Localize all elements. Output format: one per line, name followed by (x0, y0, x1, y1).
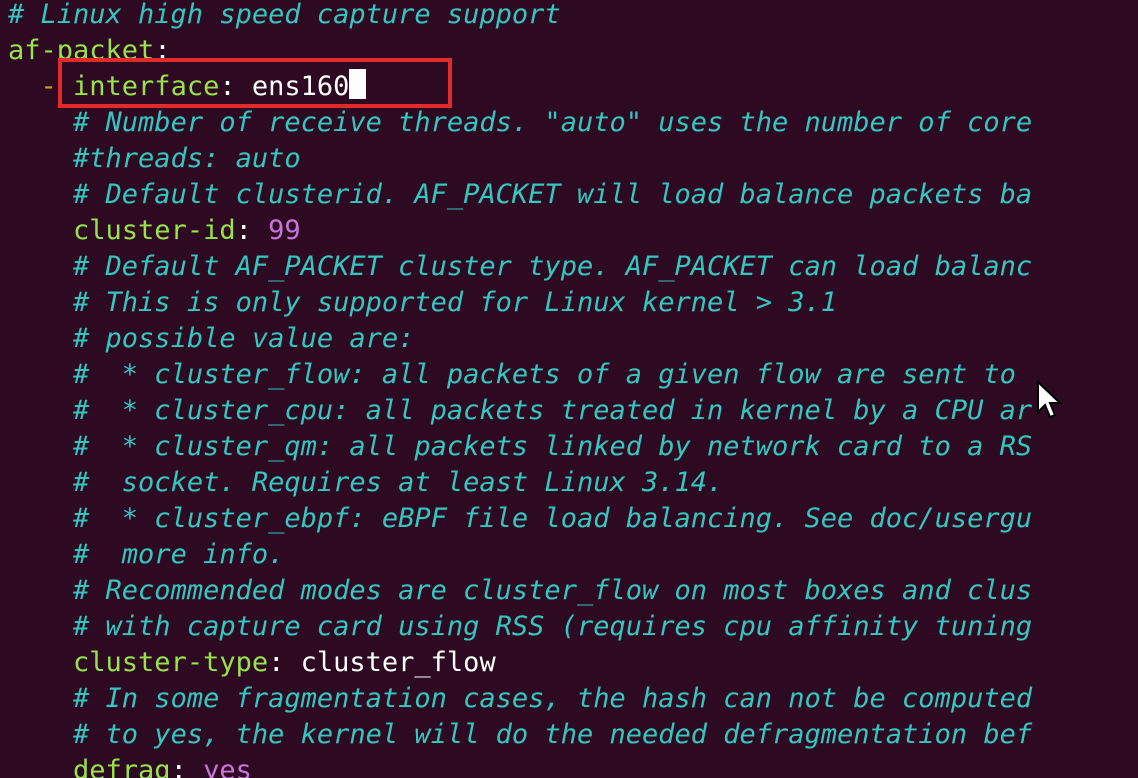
yaml-key: cluster-id (73, 215, 236, 246)
yaml-comment: # socket. Requires at least Linux 3.14. (73, 467, 724, 498)
editor-line[interactable]: # Default clusterid. AF_PACKET will load… (8, 177, 1032, 213)
yaml-comment: # In some fragmentation cases, the hash … (73, 683, 1033, 714)
editor-line[interactable]: cluster-id: 99 (8, 213, 301, 249)
yaml-comment: # Default AF_PACKET cluster type. AF_PAC… (73, 251, 1033, 282)
yaml-comment: #threads: auto (73, 143, 301, 174)
yaml-comment: # Linux high speed capture support (8, 0, 561, 30)
yaml-comment: # more info. (73, 539, 285, 570)
editor-line[interactable]: # socket. Requires at least Linux 3.14. (8, 465, 723, 501)
editor-line[interactable]: # more info. (8, 537, 284, 573)
yaml-literal-value: yes (186, 755, 252, 778)
yaml-comment: # possible value are: (73, 323, 415, 354)
yaml-value: cluster_flow (284, 647, 496, 678)
editor-line[interactable]: # * cluster_ebpf: eBPF file load balanci… (8, 501, 1032, 537)
yaml-comment: # Number of receive threads. "auto" uses… (73, 107, 1033, 138)
yaml-comment: # * cluster_flow: all packets of a given… (73, 359, 1033, 390)
yaml-comment: # * cluster_ebpf: eBPF file load balanci… (73, 503, 1033, 534)
yaml-comment: # * cluster_cpu: all packets treated in … (73, 395, 1033, 426)
yaml-comment: # This is only supported for Linux kerne… (73, 287, 838, 318)
editor-line[interactable]: # Default AF_PACKET cluster type. AF_PAC… (8, 249, 1032, 285)
editor-line[interactable]: # * cluster_qm: all packets linked by ne… (8, 429, 1032, 465)
editor-line[interactable]: # * cluster_cpu: all packets treated in … (8, 393, 1032, 429)
editor-line[interactable]: cluster-type: cluster_flow (8, 645, 496, 681)
yaml-key: cluster-type (73, 647, 269, 678)
yaml-comment: # Default clusterid. AF_PACKET will load… (73, 179, 1033, 210)
editor-line[interactable]: defrag: yes (8, 753, 252, 778)
yaml-colon: : (170, 755, 187, 778)
yaml-literal-value: 99 (251, 215, 301, 246)
editor-line[interactable]: # This is only supported for Linux kerne… (8, 285, 837, 321)
yaml-comment: # * cluster_qm: all packets linked by ne… (73, 431, 1033, 462)
editor-line[interactable]: # Recommended modes are cluster_flow on … (8, 573, 1032, 609)
interface-line-highlight-box (58, 58, 452, 108)
editor-line[interactable]: # to yes, the kernel will do the needed … (8, 717, 1032, 753)
yaml-colon: : (268, 647, 285, 678)
editor-line[interactable]: # * cluster_flow: all packets of a given… (8, 357, 1032, 393)
editor-line[interactable]: # Number of receive threads. "auto" uses… (8, 105, 1032, 141)
yaml-comment: # Recommended modes are cluster_flow on … (73, 575, 1033, 606)
terminal-window[interactable]: # Linux high speed capture support af-pac… (0, 0, 1138, 778)
yaml-key: defrag (73, 755, 171, 778)
yaml-comment: # with capture card using RSS (requires … (73, 611, 1033, 642)
mouse-pointer-icon (1037, 380, 1063, 419)
editor-line[interactable]: # In some fragmentation cases, the hash … (8, 681, 1032, 717)
editor-line[interactable]: # Linux high speed capture support (8, 0, 561, 33)
yaml-colon: : (235, 215, 252, 246)
editor-line[interactable]: # possible value are: (8, 321, 414, 357)
yaml-comment: # to yes, the kernel will do the needed … (73, 719, 1033, 750)
editor-line[interactable]: #threads: auto (8, 141, 301, 177)
editor-line[interactable]: # with capture card using RSS (requires … (8, 609, 1032, 645)
